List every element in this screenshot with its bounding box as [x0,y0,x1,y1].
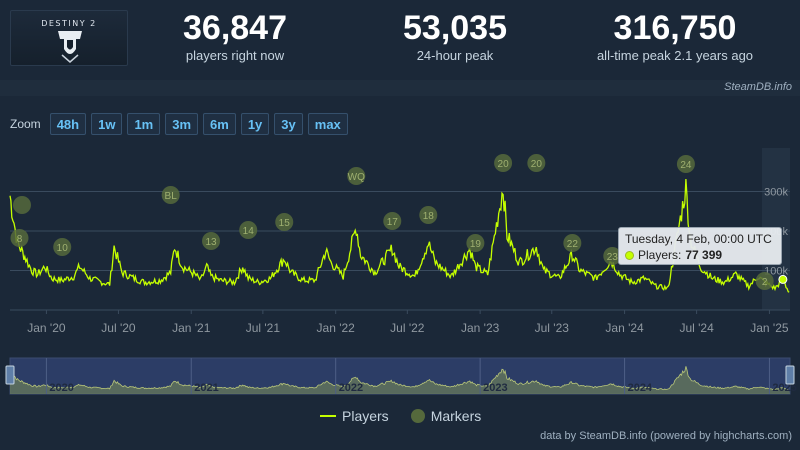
hover-tooltip: Tuesday, 4 Feb, 00:00 UTC Players: 77 39… [618,227,782,265]
line-swatch-icon [320,415,336,417]
zoom-button-1y[interactable]: 1y [240,113,270,135]
destiny-emblem-icon [58,31,82,63]
series-dot-icon [625,250,634,260]
zoom-label: Zoom [10,117,41,131]
zoom-button-3y[interactable]: 3y [274,113,303,135]
footer-credit[interactable]: data by SteamDB.info (powered by highcha… [540,430,792,442]
stat-label: all-time peak 2.1 years ago [596,48,754,63]
zoom-button-max[interactable]: max [307,113,348,135]
marker-swatch-icon [410,409,425,423]
legend-item-markers[interactable]: Markers [410,408,482,424]
zoom-button-1m[interactable]: 1m [127,113,161,135]
zoom-button-1w[interactable]: 1w [91,113,123,135]
zoom-button-6m[interactable]: 6m [203,113,236,135]
stat-24h-peak: 53,035 24-hour peak [380,8,530,64]
game-logo: DESTINY 2 [10,10,128,66]
chart-panel: Zoom 48h 1w 1m 3m 6m 1y 3y max [0,96,800,450]
header: DESTINY 2 36,847 players right now 53,03… [0,0,800,80]
source-bar: SteamDB.info [0,80,800,96]
game-logo-text: DESTINY 2 [41,19,97,28]
zoom-button-48h[interactable]: 48h [49,113,87,135]
legend: Players Markers [320,408,481,424]
stat-value: 53,035 [403,9,507,47]
legend-label: Markers [430,408,482,424]
tooltip-date: Tuesday, 4 Feb, 00:00 UTC [625,232,772,246]
stat-current-players: 36,847 players right now [160,8,310,64]
stat-value: 316,750 [613,9,737,47]
source-label[interactable]: SteamDB.info [724,81,792,93]
tooltip-series-label: Players: [638,248,682,262]
legend-label: Players [342,408,389,424]
stat-value: 36,847 [183,9,287,47]
zoom-button-3m[interactable]: 3m [165,113,199,135]
stat-all-time-peak: 316,750 all-time peak 2.1 years ago [580,8,770,64]
stat-label: players right now [185,48,285,63]
zoom-controls: Zoom 48h 1w 1m 3m 6m 1y 3y max [10,112,348,136]
stat-label: 24-hour peak [416,48,494,63]
tooltip-value-row: Players: 77 399 [625,247,775,263]
legend-item-players[interactable]: Players [320,408,389,424]
tooltip-value: 77 399 [685,248,723,262]
